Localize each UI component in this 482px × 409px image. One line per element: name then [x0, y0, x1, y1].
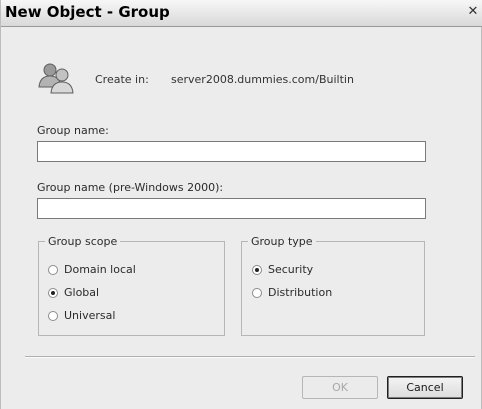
title-bar[interactable]: New Object - Group ✕ [1, 0, 482, 27]
radio-indicator [48, 264, 58, 275]
scope-global-radio[interactable]: Global [48, 286, 99, 299]
scope-universal-label: Universal [64, 309, 116, 322]
new-object-group-dialog: New Object - Group ✕ Create in: server20… [0, 0, 482, 409]
ok-button[interactable]: OK [302, 376, 378, 399]
group-scope-legend: Group scope [48, 235, 118, 248]
type-security-label: Security [268, 263, 314, 276]
type-distribution-label: Distribution [268, 286, 333, 299]
group-name-label: Group name: [37, 124, 109, 137]
group-name-pre2000-input[interactable] [37, 198, 426, 219]
radio-indicator-selected [252, 264, 262, 275]
scope-domain-local-label: Domain local [64, 263, 136, 276]
close-icon[interactable]: ✕ [463, 1, 482, 23]
create-in-label: Create in: [95, 73, 149, 86]
type-distribution-radio[interactable]: Distribution [252, 286, 332, 299]
group-type-legend: Group type [251, 235, 313, 248]
dialog-title: New Object - Group [5, 3, 170, 21]
radio-indicator [48, 310, 58, 321]
radio-indicator [252, 287, 262, 298]
group-users-icon [38, 63, 74, 94]
scope-domain-local-radio[interactable]: Domain local [48, 263, 136, 276]
scope-universal-radio[interactable]: Universal [48, 309, 115, 322]
scope-global-label: Global [64, 286, 100, 299]
group-name-pre2000-label: Group name (pre-Windows 2000): [37, 181, 224, 194]
type-security-radio[interactable]: Security [252, 263, 313, 276]
create-in-path: server2008.dummies.com/Builtin [171, 73, 354, 86]
radio-indicator-selected [48, 287, 58, 298]
group-name-input[interactable] [37, 141, 426, 162]
button-separator [25, 356, 475, 358]
cancel-button[interactable]: Cancel [387, 376, 463, 399]
